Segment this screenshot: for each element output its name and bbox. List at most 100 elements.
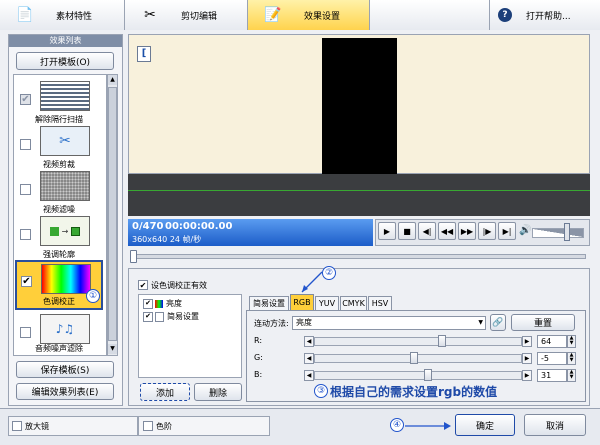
r-decrease-button[interactable]: ◀ [304,336,314,347]
checkbox-checked-icon[interactable]: ✔ [143,298,153,309]
levels-label: 色阶 [156,422,172,431]
scissors-icon: ✂ [144,7,156,23]
tab-effect-settings[interactable]: 📝 效果设置 [248,0,370,30]
volume-thumb[interactable] [564,223,570,241]
tab-rgb[interactable]: RGB [290,294,314,310]
g-decrease-button[interactable]: ◀ [304,353,314,364]
scroll-thumb[interactable] [108,87,117,341]
tab-material-properties[interactable]: 📄 素材特性 [0,0,125,30]
tree-item-simple[interactable]: ✔ 简易设置 [143,311,199,322]
enable-label: 设色调校正有效 [151,281,207,290]
video-denoise-thumbnail [40,171,90,201]
tab-simple-settings[interactable]: 简易设置 [249,296,289,310]
audio-noise-thumbnail: ♪♫ [40,314,90,344]
tab-cut-edit[interactable]: ✂ 剪切编辑 [125,0,248,30]
effect-checkbox[interactable]: ✔ [20,94,31,105]
video-crop-thumbnail: ✂ [40,126,90,156]
b-spinner[interactable]: ▲ ▼ [567,369,576,382]
preview-corner-glyph: [ [137,46,151,62]
b-slider-track[interactable] [314,371,522,380]
g-spinner[interactable]: ▲ ▼ [567,352,576,365]
tab-hsv[interactable]: HSV [368,296,392,310]
b-value-field[interactable]: 31 [537,369,567,382]
link-icon[interactable]: 🔗 [490,314,506,331]
scroll-up-button[interactable]: ▲ [108,75,117,85]
cancel-button[interactable]: 取消 [524,414,586,436]
effect-checkbox[interactable] [20,327,31,338]
play-icon[interactable]: ▶ [378,222,396,240]
tab-empty [370,0,490,30]
help-icon: ? [498,8,512,22]
volume-slider[interactable] [532,228,584,238]
effect-checkbox[interactable] [20,139,31,150]
r-slider-track[interactable] [314,337,522,346]
marker-2: ② [322,266,336,280]
frame-counter: 0/470 [132,221,164,232]
effect-audio-noise-filter[interactable]: ♪♫ 音频噪声滤除 [16,311,102,355]
end-icon[interactable]: ▶| [498,222,516,240]
b-slider-thumb[interactable] [424,369,432,381]
video-frame [322,38,397,174]
b-decrease-button[interactable]: ◀ [304,370,314,381]
annotation-text: 根据自己的需求设置rgb的数值 [330,385,498,399]
g-slider-thumb[interactable] [410,352,418,364]
ok-button[interactable]: 确定 [455,414,515,436]
prev-frame-icon[interactable]: ◀| [418,222,436,240]
palette-icon [155,299,163,308]
enable-checkbox[interactable]: ✔ [138,280,148,290]
chevron-down-icon: ▼ [478,319,483,326]
annotation-arrow-4 [405,422,451,430]
r-spinner[interactable]: ▲ ▼ [567,335,576,348]
g-slider-track[interactable] [314,354,522,363]
next-frame-icon[interactable]: |▶ [478,222,496,240]
delete-button[interactable]: 删除 [194,383,242,401]
rewind-icon[interactable]: ◀◀ [438,222,456,240]
tree-item-brightness[interactable]: ✔ 亮度 [143,298,182,309]
g-label: G: [254,353,263,362]
timeline-strip [128,174,590,216]
open-template-button[interactable]: 打开模板(O) [16,52,114,70]
tab-yuv[interactable]: YUV [315,296,339,310]
tab-cmyk[interactable]: CMYK [340,296,367,310]
g-value-field[interactable]: -5 [537,352,567,365]
checkbox-checked-icon[interactable]: ✔ [143,311,153,322]
g-increase-button[interactable]: ▶ [522,353,532,364]
scroll-down-button[interactable]: ▼ [108,344,117,354]
effect-checkbox[interactable] [20,184,31,195]
b-increase-button[interactable]: ▶ [522,370,532,381]
link-method-select[interactable]: 亮度 ▼ [292,316,486,330]
edit-effect-list-button[interactable]: 编辑效果列表(E) [16,383,114,400]
b-label: B: [254,370,263,379]
marker-4: ④ [390,418,404,432]
save-template-button[interactable]: 保存模板(S) [16,361,114,378]
magnifier-label: 放大镜 [25,422,49,431]
position-slider[interactable] [132,254,586,259]
effect-deinterlace[interactable]: ✔ 解除隔行扫描 [16,78,102,128]
r-label: R: [254,336,263,345]
effect-video-crop[interactable]: ✂ 视频剪裁 [16,123,102,173]
effect-video-denoise[interactable]: 视频滤噪 [16,168,102,218]
link-method-label: 连动方法: [254,319,289,328]
effect-checkbox[interactable]: ✔ [21,276,32,287]
reset-button[interactable]: 重置 [511,314,575,331]
video-info: 360x640 24 帧/秒 [132,235,202,244]
levels-checkbox[interactable] [143,421,153,431]
edit-icon: 📝 [264,7,282,23]
tab-open-help[interactable]: ? 打开帮助... [490,0,600,30]
r-increase-button[interactable]: ▶ [522,336,532,347]
effect-sharpen[interactable]: → 强调轮廓 [16,213,102,263]
position-slider-thumb[interactable] [130,250,137,263]
annotation-arrow-2 [301,271,323,293]
stop-icon[interactable]: ■ [398,222,416,240]
fast-forward-icon[interactable]: ▶▶ [458,222,476,240]
add-button[interactable]: 添加 [140,383,190,401]
magnifier-checkbox[interactable] [12,421,22,431]
r-value-field[interactable]: 64 [537,335,567,348]
effect-checkbox[interactable] [20,229,31,240]
timeline-level-line [128,190,590,191]
deinterlace-thumbnail [40,81,90,111]
volume-icon[interactable]: 🔊 [519,225,531,237]
r-slider-thumb[interactable] [438,335,446,347]
page-icon [155,311,164,322]
marker-3: ③ [314,384,328,398]
